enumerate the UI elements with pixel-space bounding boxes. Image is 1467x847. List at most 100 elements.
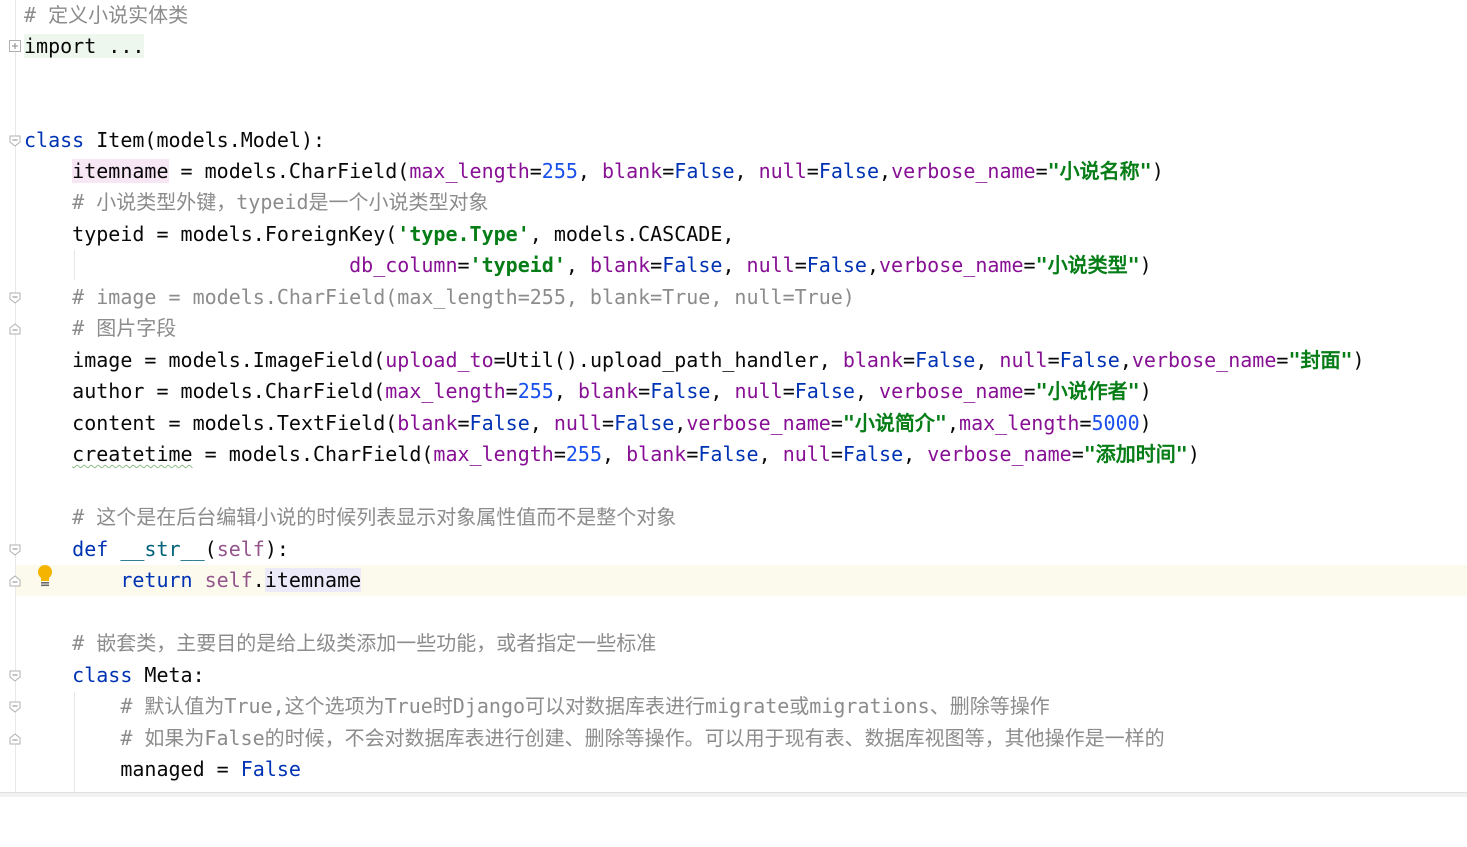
fold-collapse-icon[interactable] (9, 135, 21, 147)
code-line: class Meta: (16, 660, 1467, 691)
string: "小说简介" (842, 411, 947, 435)
self-param: self (204, 568, 253, 592)
field-name: itemname (72, 159, 169, 183)
horizontal-scrollbar[interactable] (0, 792, 1467, 797)
param: max_length (433, 442, 554, 466)
code-line: db_column='typeid', blank=False, null=Fa… (349, 253, 1152, 277)
code-line: def __str__(self): (72, 537, 289, 561)
code-editor[interactable]: # 定义小说实体类 import ... class Item(models.M… (16, 0, 1467, 797)
param: max_length (385, 379, 506, 403)
code-text: =Util().upload_path_handler, (493, 348, 843, 372)
param: null (553, 411, 603, 435)
param: blank (626, 442, 687, 466)
code-text: managed = (120, 757, 241, 781)
keyword: False (915, 348, 976, 372)
code-line: # 小说类型外键，typeid是一个小说类型对象 (16, 187, 1467, 218)
number: 5000 (1091, 411, 1140, 435)
code-line: author = models.CharField(max_length=255… (72, 379, 1152, 403)
code-line: content = models.TextField(blank=False, … (72, 411, 1152, 435)
keyword: class (24, 128, 85, 152)
code-line: typeid = models.ForeignKey('type.Type', … (16, 219, 1467, 250)
keyword: False (794, 379, 855, 403)
function-name: __str__ (120, 537, 205, 561)
param: null (782, 442, 831, 466)
param: upload_to (385, 348, 494, 372)
field-name: createtime (72, 442, 193, 466)
keyword: False (818, 159, 880, 183)
code-line: # 这个是在后台编辑小说的时候列表显示对象属性值而不是整个对象 (16, 502, 1467, 533)
keyword: False (240, 757, 301, 781)
param: db_column (349, 253, 458, 277)
string: "小说类型" (1035, 253, 1140, 277)
fold-end-icon[interactable] (9, 323, 21, 335)
comment: # 如果为False的时候，不会对数据库表进行创建、删除等操作。可以用于现有表、… (120, 726, 1165, 750)
param: verbose_name (1131, 348, 1277, 372)
code-text: , models.CASCADE, (529, 222, 735, 246)
string: "封面" (1288, 348, 1353, 372)
param: null (746, 253, 795, 277)
keyword: False (662, 253, 723, 277)
param: blank (602, 159, 663, 183)
keyword: False (614, 411, 675, 435)
comment: # 定义小说实体类 (24, 3, 189, 27)
folded-import[interactable]: import ... (24, 34, 145, 58)
number: 255 (517, 379, 554, 403)
keyword: False (469, 411, 530, 435)
fold-collapse-icon[interactable] (9, 544, 21, 556)
fold-expand-icon[interactable] (9, 40, 21, 52)
code-line: createtime = models.CharField(max_length… (72, 442, 1200, 466)
param: blank (842, 348, 904, 372)
number: 255 (541, 159, 578, 183)
code-line: managed = False (16, 754, 1467, 785)
keyword: False (842, 442, 904, 466)
fold-end-icon[interactable] (9, 733, 21, 745)
code-line: # 定义小说实体类 (16, 0, 1467, 31)
code-text: = models.CharField( (192, 442, 434, 466)
param: verbose_name (686, 411, 831, 435)
code-line: # 图片字段 (16, 313, 1467, 344)
string: 'typeid' (469, 253, 566, 277)
param: max_length (959, 411, 1080, 435)
param: verbose_name (891, 159, 1036, 183)
string: 'type.Type' (397, 222, 530, 246)
param: verbose_name (879, 253, 1024, 277)
string: "小说作者" (1035, 379, 1140, 403)
comment: # 图片字段 (72, 316, 177, 340)
code-line: import ... (16, 31, 1467, 62)
code-line: # 如果为False的时候，不会对数据库表进行创建、删除等操作。可以用于现有表、… (16, 723, 1467, 754)
class-declaration: Meta: (132, 663, 205, 687)
param: blank (577, 379, 639, 403)
param: verbose_name (927, 442, 1072, 466)
code-line: itemname = models.CharField(max_length=2… (72, 159, 1164, 183)
class-declaration: Item(models.Model): (84, 128, 326, 152)
fold-end-icon[interactable] (9, 575, 21, 587)
caret-line[interactable]: return self.itemname (16, 565, 1467, 596)
param: null (758, 159, 807, 183)
keyword: False (1059, 348, 1120, 372)
param: blank (397, 411, 458, 435)
comment: # 嵌套类，主要目的是给上级类添加一些功能，或者指定一些标准 (72, 631, 657, 655)
comment: # 小说类型外键，typeid是一个小说类型对象 (72, 190, 489, 214)
comment: # image = models.CharField(max_length=25… (72, 285, 855, 309)
param: verbose_name (879, 379, 1024, 403)
keyword: False (674, 159, 735, 183)
code-text: author = models.CharField( (72, 379, 386, 403)
code-line: image = models.ImageField(upload_to=Util… (72, 348, 1365, 372)
code-text: typeid = models.ForeignKey( (72, 222, 398, 246)
code-line: # 嵌套类，主要目的是给上级类添加一些功能，或者指定一些标准 (16, 628, 1467, 659)
comment: # 默认值为True,这个选项为True时Django可以对数据库表进行migr… (120, 694, 1050, 718)
param: max_length (409, 159, 530, 183)
self-param: self (216, 537, 265, 561)
string: "添加时间" (1083, 442, 1188, 466)
lightbulb-icon[interactable] (36, 564, 54, 588)
keyword: class (72, 663, 133, 687)
fold-collapse-icon[interactable] (9, 292, 21, 304)
code-text: content = models.TextField( (72, 411, 398, 435)
param: blank (589, 253, 651, 277)
keyword: def (72, 537, 109, 561)
fold-collapse-icon[interactable] (9, 670, 21, 682)
code-text: = models.CharField( (168, 159, 410, 183)
keyword: False (698, 442, 759, 466)
string: "小说名称" (1047, 159, 1152, 183)
fold-collapse-icon[interactable] (9, 701, 21, 713)
